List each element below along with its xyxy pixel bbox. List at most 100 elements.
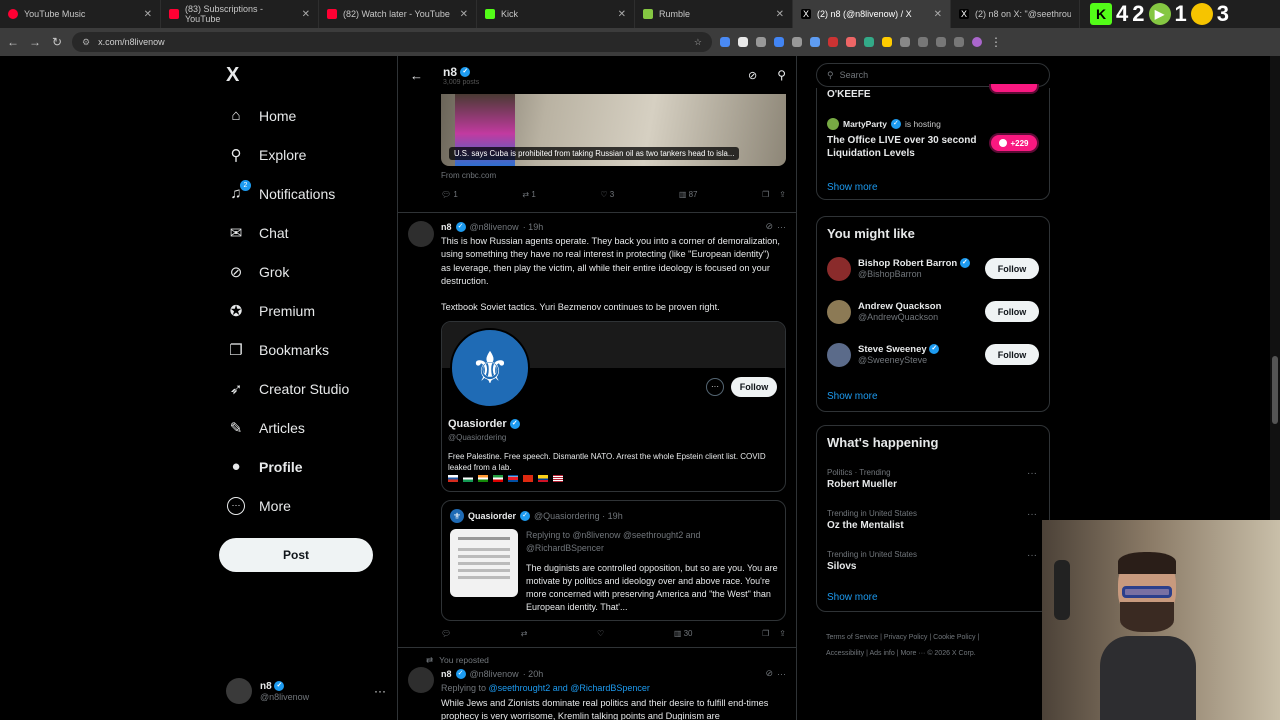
tweet[interactable]: ⇄ You reposted n8 ✓ @n8livenow · 20h ⊘ ·…: [398, 649, 796, 720]
footer-link[interactable]: More ···: [900, 650, 925, 657]
address-bar[interactable]: ⚙ x.com/n8livenow ☆: [72, 32, 712, 52]
trend-item[interactable]: Politics · Trending Robert Mueller ···: [827, 468, 1041, 490]
trend-item[interactable]: Trending in United States Oz the Mentali…: [827, 509, 1041, 531]
show-more-link[interactable]: Show more: [827, 182, 878, 193]
space-host-row[interactable]: MartyParty ✓ is hosting: [827, 118, 941, 130]
close-icon[interactable]: ✕: [934, 9, 942, 20]
article-card-image[interactable]: U.S. says Cuba is prohibited from taking…: [441, 94, 786, 166]
space-listeners[interactable]: +229: [989, 133, 1039, 153]
footer-link[interactable]: Accessibility: [826, 650, 864, 657]
show-more-link[interactable]: Show more: [827, 592, 878, 603]
nav-chat[interactable]: ✉ Chat: [227, 213, 397, 252]
more-dots-icon[interactable]: ···: [374, 684, 386, 698]
close-icon[interactable]: ✕: [618, 9, 626, 20]
puzzle-icon[interactable]: [900, 37, 910, 47]
footer-link[interactable]: Cookie Policy: [933, 634, 975, 641]
tab-youtube-watch-later[interactable]: (82) Watch later - YouTube ✕: [319, 0, 477, 28]
close-icon[interactable]: ✕: [460, 9, 468, 20]
link-source[interactable]: From cnbc.com: [441, 171, 496, 180]
timestamp[interactable]: · 20h: [523, 669, 544, 679]
suggested-user[interactable]: Steve Sweeney ✓ @SweeneySteve Follow: [827, 333, 1039, 376]
back-arrow-icon[interactable]: ←: [410, 68, 423, 83]
views-button[interactable]: ▥ 30: [674, 629, 693, 638]
grok-icon[interactable]: ⊘: [748, 69, 757, 82]
quoted-tweet[interactable]: ⚜ Quasiorder ✓ @Quasiordering · 19h Repl…: [441, 500, 786, 621]
reply-button[interactable]: 💬︎ 1: [441, 190, 458, 199]
share-icon[interactable]: ⇪: [779, 629, 786, 638]
nav-bookmarks[interactable]: ❐ Bookmarks: [227, 330, 397, 369]
reload-icon[interactable]: ↻: [50, 35, 64, 49]
x-logo-icon[interactable]: X: [226, 64, 239, 87]
bookmark-icon[interactable]: ❐: [762, 629, 769, 638]
nav-creator-studio[interactable]: ➶ Creator Studio: [227, 369, 397, 408]
star-icon[interactable]: ☆: [694, 37, 702, 48]
more-dots-icon[interactable]: ···: [1027, 550, 1037, 561]
extension-icon[interactable]: [810, 37, 820, 47]
more-dots-icon[interactable]: ···: [706, 378, 724, 396]
repost-button[interactable]: ⇄ 1: [522, 190, 535, 199]
forward-arrow-icon[interactable]: →: [28, 35, 42, 49]
tab-youtube-subscriptions[interactable]: (83) Subscriptions - YouTube ✕: [161, 0, 319, 28]
suggested-user[interactable]: Bishop Robert Barron ✓ @BishopBarron Fol…: [827, 247, 1039, 290]
extension-icon[interactable]: [828, 37, 838, 47]
nav-profile[interactable]: ● Profile: [227, 447, 397, 486]
follow-button[interactable]: Follow: [985, 344, 1039, 365]
nav-grok[interactable]: ⊘ Grok: [227, 252, 397, 291]
tab-kick[interactable]: Kick ✕: [477, 0, 635, 28]
profile-card[interactable]: ⚜ ··· Follow Quasiorder ✓ @Quasiordering…: [441, 321, 786, 492]
avatar[interactable]: [408, 221, 434, 247]
extension-icon[interactable]: [954, 37, 964, 47]
extension-icon[interactable]: [846, 37, 856, 47]
back-arrow-icon[interactable]: ←: [6, 35, 20, 49]
profile-avatar-icon[interactable]: [972, 37, 982, 47]
reply-button[interactable]: 💬︎: [441, 629, 451, 638]
nav-explore[interactable]: ⚲ Explore: [227, 135, 397, 174]
more-dots-icon[interactable]: ···: [777, 222, 786, 232]
more-dots-icon[interactable]: ···: [1027, 509, 1037, 520]
author-name[interactable]: n8: [441, 669, 452, 679]
repost-button[interactable]: ⇄: [521, 629, 528, 638]
author-handle[interactable]: @n8livenow: [470, 669, 519, 679]
grok-icon[interactable]: ⊘: [765, 221, 773, 232]
more-dots-icon[interactable]: ···: [1027, 468, 1037, 479]
menu-dots-icon[interactable]: ⋮: [990, 35, 1002, 49]
history-icon[interactable]: [918, 37, 928, 47]
extension-icon[interactable]: [936, 37, 946, 47]
close-icon[interactable]: ✕: [144, 9, 152, 20]
avatar[interactable]: [408, 667, 434, 693]
footer-link[interactable]: Terms of Service: [826, 634, 878, 641]
site-info-icon[interactable]: ⚙: [82, 37, 90, 48]
extension-icon[interactable]: [720, 37, 730, 47]
extension-icon[interactable]: [864, 37, 874, 47]
nav-articles[interactable]: ✎ Articles: [227, 408, 397, 447]
author-handle[interactable]: @n8livenow: [470, 222, 519, 232]
extension-icon[interactable]: [756, 37, 766, 47]
extension-icon[interactable]: [738, 37, 748, 47]
follow-button[interactable]: Follow: [731, 377, 777, 397]
tab-n8-profile[interactable]: X (2) n8 (@n8livenow) / X ✕: [793, 0, 951, 28]
grok-icon[interactable]: ⊘: [765, 668, 773, 679]
tweet[interactable]: n8 ✓ @n8livenow · 19h ⊘ ··· This is how …: [398, 213, 796, 648]
timestamp[interactable]: · 19h: [523, 222, 544, 232]
follow-button[interactable]: Follow: [985, 301, 1039, 322]
like-button[interactable]: ♡ 3: [600, 190, 614, 199]
suggested-user[interactable]: Andrew Quackson @AndrewQuackson Follow: [827, 290, 1039, 333]
close-icon[interactable]: ✕: [302, 9, 310, 20]
like-button[interactable]: ♡: [597, 629, 604, 638]
account-switcher[interactable]: n8 ✓ @n8livenow ···: [226, 674, 386, 708]
author-name[interactable]: n8: [441, 222, 452, 232]
scrollbar-thumb[interactable]: [1272, 356, 1278, 424]
nav-premium[interactable]: ✪ Premium: [227, 291, 397, 330]
post-button[interactable]: Post: [219, 538, 373, 572]
extension-icon[interactable]: [774, 37, 784, 47]
close-icon[interactable]: ✕: [776, 9, 784, 20]
footer-link[interactable]: Ads info: [869, 650, 894, 657]
share-icon[interactable]: ⇪: [779, 190, 786, 199]
space-title[interactable]: The Office LIVE over 30 second Liquidati…: [827, 134, 987, 160]
nav-home[interactable]: ⌂ Home: [227, 96, 397, 135]
tab-n8-post[interactable]: X (2) n8 on X: "@seethrought2: [951, 0, 1080, 28]
show-more-link[interactable]: Show more: [827, 391, 878, 402]
nav-notifications[interactable]: ♫ 2 Notifications: [227, 174, 397, 213]
replying-to-links[interactable]: @seethrought2 and @RichardBSpencer: [489, 683, 650, 693]
extension-icon[interactable]: [792, 37, 802, 47]
